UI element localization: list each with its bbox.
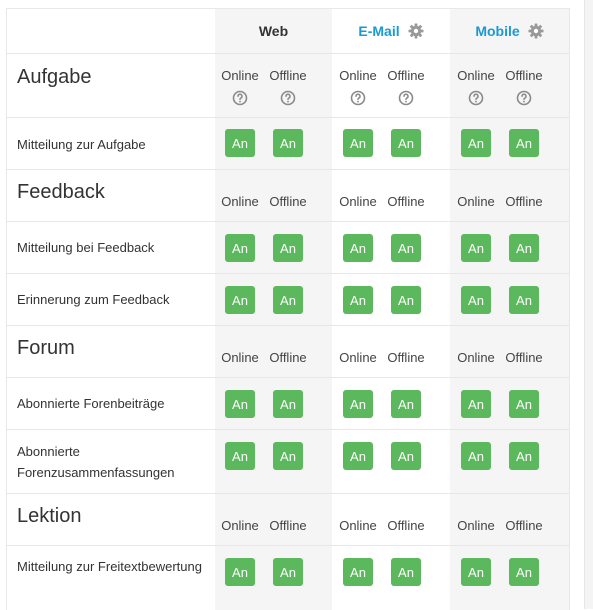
online-label: Online [457,68,495,83]
mobile-offline-toggle-button[interactable]: An [509,286,539,314]
offline-label: Offline [505,350,543,365]
mobile-offline-toggle-button[interactable]: An [509,442,539,470]
mobile-header[interactable]: Mobile [450,9,569,53]
email-header-label[interactable]: E-Mail [358,23,399,39]
email-online-toggle-button[interactable]: An [343,442,373,470]
online-label: Online [339,194,377,209]
online-label: Online [339,518,377,533]
email-header[interactable]: E-Mail [332,9,450,53]
web-header: Web [215,9,332,53]
help-icon[interactable] [280,90,296,106]
online-label: Online [457,194,495,209]
offline-label: Offline [387,194,425,209]
section-title: Aufgabe [17,66,92,88]
online-label: Online [339,68,377,83]
offline-label: Offline [505,518,543,533]
email-online-toggle-button[interactable]: An [343,558,373,586]
table-header: Web E-Mail Mobile [7,9,569,53]
web-offline-toggle-button[interactable]: An [273,442,303,470]
email-offline-toggle-button[interactable]: An [391,234,421,262]
section-title: Feedback [17,181,105,203]
section-title: Forum [17,337,75,359]
offline-label: Offline [505,194,543,209]
mobile-offline-toggle-button[interactable]: An [509,558,539,586]
mobile-offline-toggle-button[interactable]: An [509,390,539,418]
gear-icon[interactable] [408,23,424,39]
online-label: Online [221,68,259,83]
mobile-online-toggle-button[interactable]: An [461,234,491,262]
email-online-toggle-button[interactable]: An [343,234,373,262]
offline-label: Offline [387,518,425,533]
web-offline-toggle-button[interactable]: An [273,286,303,314]
section-title: Lektion [17,505,82,527]
web-online-toggle-button[interactable]: An [225,286,255,314]
page-scrollbar[interactable] [584,0,593,609]
mobile-offline-toggle-button[interactable]: An [509,234,539,262]
online-label: Online [221,194,259,209]
email-offline-toggle-button[interactable]: An [391,129,421,157]
web-header-label: Web [258,23,289,39]
gear-icon[interactable] [528,23,544,39]
offline-label: Offline [269,518,307,533]
help-icon[interactable] [468,90,484,106]
online-label: Online [221,518,259,533]
offline-label: Offline [387,68,425,83]
mobile-online-toggle-button[interactable]: An [461,442,491,470]
offline-label: Offline [269,350,307,365]
web-offline-toggle-button[interactable]: An [273,234,303,262]
notification-label: Mitteilung zur Freitextbewertung [17,559,202,574]
offline-label: Offline [269,68,307,83]
mobile-offline-toggle-button[interactable]: An [509,129,539,157]
offline-label: Offline [269,194,307,209]
web-online-toggle-button[interactable]: An [225,442,255,470]
email-offline-toggle-button[interactable]: An [391,442,421,470]
offline-label: Offline [387,350,425,365]
help-icon[interactable] [232,90,248,106]
help-icon[interactable] [350,90,366,106]
notification-label: Mitteilung bei Feedback [17,240,155,255]
email-online-toggle-button[interactable]: An [343,286,373,314]
web-online-toggle-button[interactable]: An [225,390,255,418]
notification-label: Mitteilung zur Aufgabe [17,137,146,152]
mobile-online-toggle-button[interactable]: An [461,558,491,586]
web-online-toggle-button[interactable]: An [225,234,255,262]
mobile-online-toggle-button[interactable]: An [461,286,491,314]
email-online-toggle-button[interactable]: An [343,129,373,157]
notification-preferences-table: Web E-Mail Mobile Aufgabe Mitteilung zur… [6,8,570,610]
mobile-online-toggle-button[interactable]: An [461,129,491,157]
section-row-aufgabe: Aufgabe [7,53,569,118]
online-label: Online [457,518,495,533]
notification-label: Abonnierte Forenzusammenfassungen [17,444,175,480]
mobile-online-toggle-button[interactable]: An [461,390,491,418]
help-icon[interactable] [516,90,532,106]
web-online-toggle-button[interactable]: An [225,129,255,157]
online-label: Online [339,350,377,365]
web-offline-toggle-button[interactable]: An [273,129,303,157]
web-online-toggle-button[interactable]: An [225,558,255,586]
email-offline-toggle-button[interactable]: An [391,558,421,586]
email-offline-toggle-button[interactable]: An [391,286,421,314]
online-label: Online [221,350,259,365]
notification-label: Abonnierte Forenbeiträge [17,396,165,411]
email-online-toggle-button[interactable]: An [343,390,373,418]
web-offline-toggle-button[interactable]: An [273,390,303,418]
web-offline-toggle-button[interactable]: An [273,558,303,586]
offline-label: Offline [505,68,543,83]
email-offline-toggle-button[interactable]: An [391,390,421,418]
notification-label: Erinnerung zum Feedback [17,292,170,307]
help-icon[interactable] [398,90,414,106]
online-label: Online [457,350,495,365]
mobile-header-label[interactable]: Mobile [475,23,519,39]
